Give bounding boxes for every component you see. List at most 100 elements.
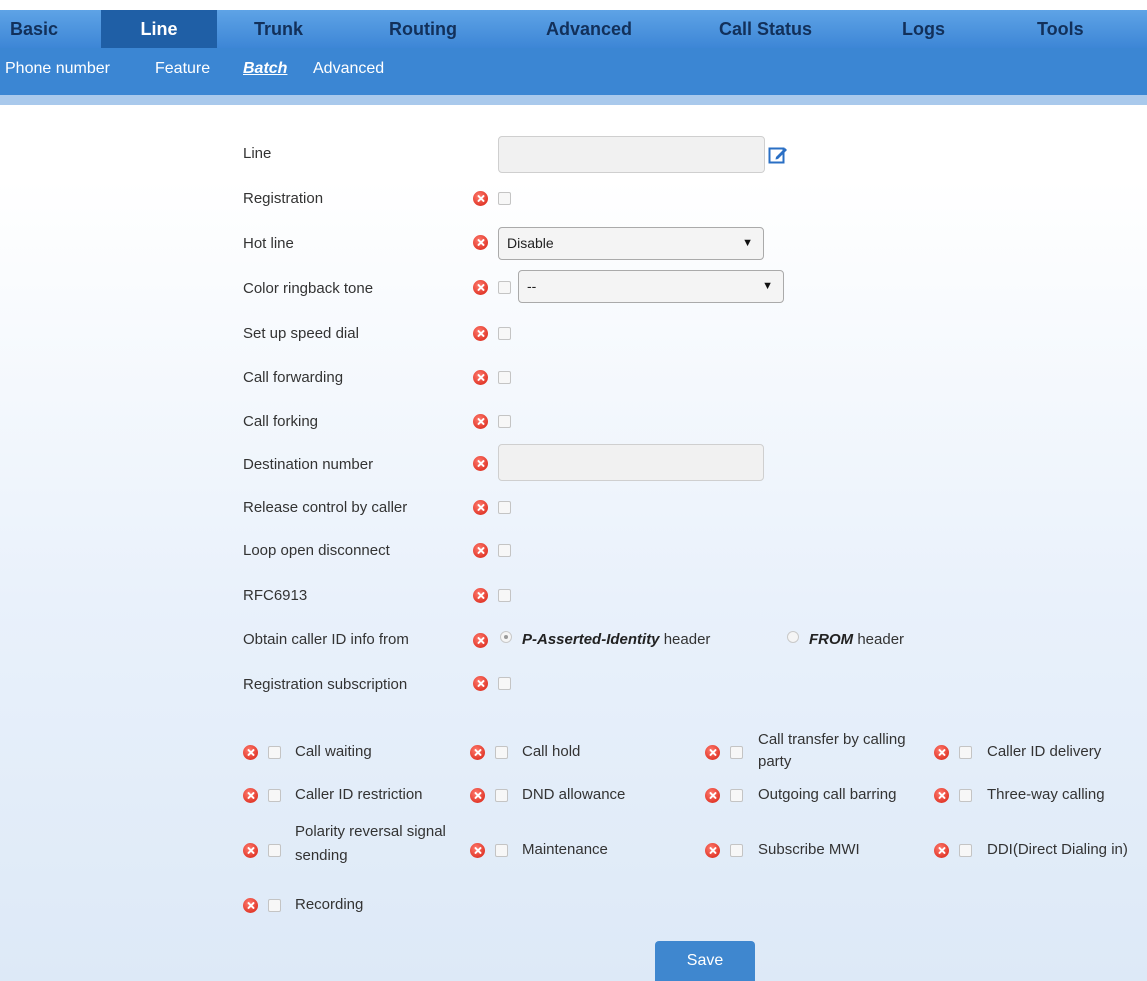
hot-line-value: Disable (507, 235, 554, 251)
clear-color-ringback-icon[interactable] (473, 280, 488, 295)
reg-subscription-label: Registration subscription (243, 676, 408, 693)
clear-ddi-icon[interactable] (934, 843, 949, 858)
outgoing-barring-label: Outgoing call barring (758, 786, 897, 803)
tab-logs[interactable]: Logs (902, 10, 945, 48)
clear-call-forwarding-icon[interactable] (473, 370, 488, 385)
clear-release-control-icon[interactable] (473, 500, 488, 515)
loop-open-label: Loop open disconnect (243, 542, 390, 559)
clear-polarity-reversal-icon[interactable] (243, 843, 258, 858)
release-control-label: Release control by caller (243, 499, 408, 516)
polarity-reversal-checkbox[interactable] (268, 844, 281, 857)
clear-hot-line-icon[interactable] (473, 235, 488, 250)
top-nav-bar: Basic Line Trunk Routing Advanced Call S… (0, 10, 1147, 48)
destination-label: Destination number (243, 456, 374, 473)
loop-open-checkbox[interactable] (498, 544, 511, 557)
tab-line[interactable]: Line (101, 10, 217, 48)
ddi-checkbox[interactable] (959, 844, 972, 857)
dnd-allowance-checkbox[interactable] (495, 789, 508, 802)
call-waiting-checkbox[interactable] (268, 746, 281, 759)
subtab-batch[interactable]: Batch (243, 60, 287, 78)
sub-nav-bar: Phone number Feature Batch Advanced (0, 48, 1147, 95)
subscribe-mwi-checkbox[interactable] (730, 844, 743, 857)
clear-maintenance-icon[interactable] (470, 843, 485, 858)
tab-advanced[interactable]: Advanced (546, 10, 632, 48)
subtab-feature[interactable]: Feature (155, 60, 210, 78)
from-header-radio[interactable] (787, 631, 799, 643)
call-hold-label: Call hold (522, 743, 581, 760)
clear-speed-dial-icon[interactable] (473, 326, 488, 341)
call-hold-checkbox[interactable] (495, 746, 508, 759)
three-way-label: Three-way calling (987, 786, 1105, 803)
chevron-down-icon: ▼ (742, 237, 753, 249)
subtab-advanced[interactable]: Advanced (313, 60, 384, 78)
caller-id-source-label: Obtain caller ID info from (243, 631, 409, 648)
clear-subscribe-mwi-icon[interactable] (705, 843, 720, 858)
color-ringback-checkbox[interactable] (498, 281, 511, 294)
recording-label: Recording (295, 896, 364, 913)
reg-subscription-checkbox[interactable] (498, 677, 511, 690)
subtab-phone-number[interactable]: Phone number (5, 60, 110, 78)
rfc6913-label: RFC6913 (243, 587, 308, 604)
three-way-checkbox[interactable] (959, 789, 972, 802)
maintenance-checkbox[interactable] (495, 844, 508, 857)
registration-label: Registration (243, 190, 324, 207)
call-transfer-checkbox[interactable] (730, 746, 743, 759)
clear-rfc6913-icon[interactable] (473, 588, 488, 603)
edit-icon[interactable] (768, 145, 788, 165)
caller-id-restriction-checkbox[interactable] (268, 789, 281, 802)
subscribe-mwi-label: Subscribe MWI (758, 841, 860, 858)
clear-recording-icon[interactable] (243, 898, 258, 913)
from-header-option: FROM header (809, 631, 904, 648)
color-ringback-select[interactable]: -- ▼ (518, 270, 784, 303)
destination-input[interactable] (498, 444, 764, 481)
clear-call-waiting-icon[interactable] (243, 745, 258, 760)
pai-header-radio[interactable] (500, 631, 512, 643)
line-label: Line (243, 145, 272, 162)
tab-call-status[interactable]: Call Status (719, 10, 812, 48)
pai-header-option: P-Asserted-Identity header (522, 631, 710, 648)
tab-tools[interactable]: Tools (1037, 10, 1084, 48)
tab-trunk[interactable]: Trunk (254, 10, 303, 48)
color-ringback-value: -- (527, 278, 537, 294)
speed-dial-label: Set up speed dial (243, 325, 359, 342)
clear-registration-icon[interactable] (473, 191, 488, 206)
call-transfer-label: Call transfer by calling party (758, 731, 906, 770)
registration-checkbox[interactable] (498, 192, 511, 205)
hot-line-select[interactable]: Disable ▼ (498, 227, 764, 260)
pai-header-name: P-Asserted-Identity (522, 631, 660, 648)
maintenance-label: Maintenance (522, 841, 608, 858)
line-input[interactable] (498, 136, 765, 173)
call-forwarding-label: Call forwarding (243, 369, 344, 386)
tab-routing[interactable]: Routing (389, 10, 457, 48)
clear-dnd-allowance-icon[interactable] (470, 788, 485, 803)
clear-loop-open-icon[interactable] (473, 543, 488, 558)
clear-call-transfer-icon[interactable] (705, 745, 720, 760)
call-waiting-label: Call waiting (295, 743, 372, 760)
call-forking-checkbox[interactable] (498, 415, 511, 428)
clear-caller-id-restriction-icon[interactable] (243, 788, 258, 803)
clear-three-way-icon[interactable] (934, 788, 949, 803)
release-control-checkbox[interactable] (498, 501, 511, 514)
save-button[interactable]: Save (655, 941, 755, 981)
chevron-down-icon: ▼ (762, 280, 773, 292)
tab-basic[interactable]: Basic (10, 10, 58, 48)
from-header-suffix: header (857, 631, 905, 648)
pai-header-suffix: header (663, 631, 711, 648)
clear-call-forking-icon[interactable] (473, 414, 488, 429)
clear-outgoing-barring-icon[interactable] (705, 788, 720, 803)
clear-caller-id-source-icon[interactable] (473, 633, 488, 648)
hot-line-label: Hot line (243, 235, 294, 252)
recording-checkbox[interactable] (268, 899, 281, 912)
color-ringback-label: Color ringback tone (243, 280, 374, 297)
speed-dial-checkbox[interactable] (498, 327, 511, 340)
clear-reg-subscription-icon[interactable] (473, 676, 488, 691)
rfc6913-checkbox[interactable] (498, 589, 511, 602)
caller-id-delivery-checkbox[interactable] (959, 746, 972, 759)
outgoing-barring-checkbox[interactable] (730, 789, 743, 802)
call-forwarding-checkbox[interactable] (498, 371, 511, 384)
nav-divider-stripe (0, 95, 1147, 105)
polarity-reversal-label: Polarity reversal signal sending (295, 823, 446, 864)
clear-caller-id-delivery-icon[interactable] (934, 745, 949, 760)
clear-destination-icon[interactable] (473, 456, 488, 471)
clear-call-hold-icon[interactable] (470, 745, 485, 760)
